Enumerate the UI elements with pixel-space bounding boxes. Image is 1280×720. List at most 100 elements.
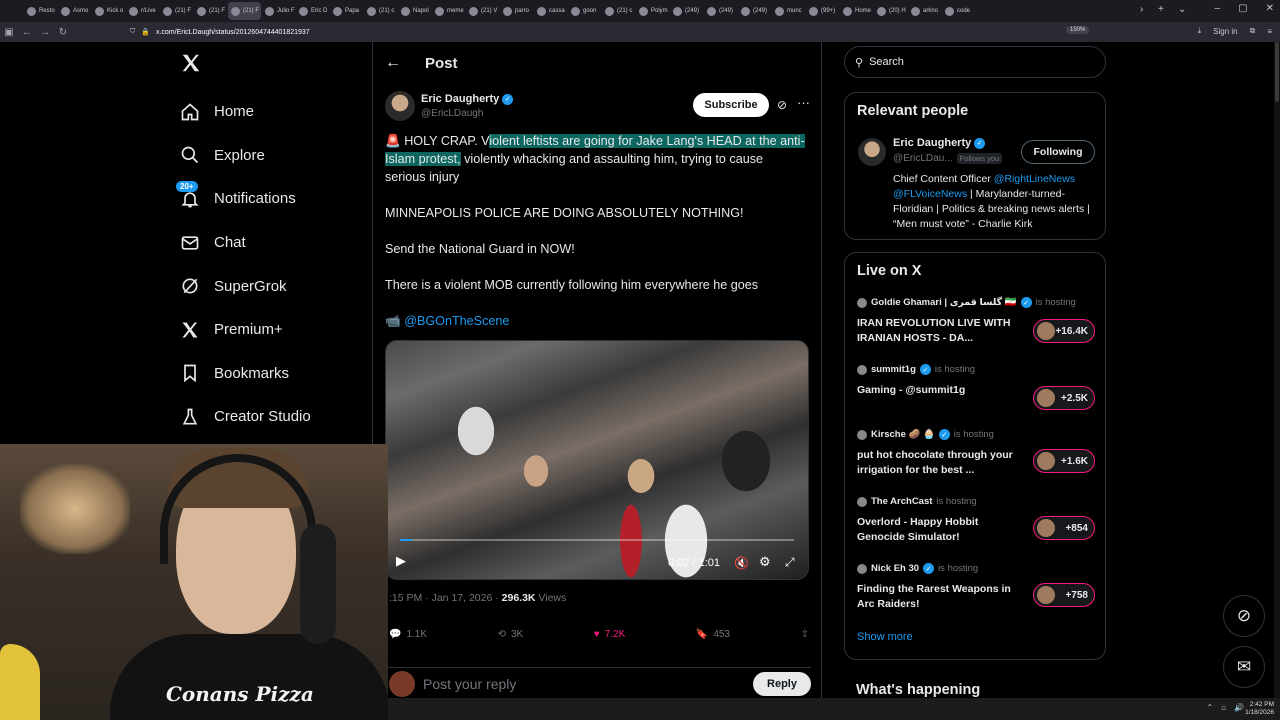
- mention-link[interactable]: @FLVoiceNews: [893, 188, 967, 200]
- browser-tab-active[interactable]: (21) F: [228, 2, 261, 20]
- browser-tab[interactable]: Napol: [398, 2, 431, 20]
- video-player[interactable]: ▶ 0:02 / 1:01 🔇 ⚙ ⤢: [385, 340, 809, 580]
- browser-tab[interactable]: (20) H: [874, 2, 907, 20]
- close-icon[interactable]: ✕: [1266, 3, 1274, 14]
- live-listeners-pill[interactable]: +1.6K: [1033, 449, 1095, 473]
- browser-tab[interactable]: (21) V: [466, 2, 499, 20]
- page-scrollbar[interactable]: [1274, 42, 1280, 698]
- gear-icon[interactable]: ⚙: [759, 554, 771, 570]
- browser-tab[interactable]: (249): [670, 2, 703, 20]
- sidebar-toggle-icon[interactable]: ▣: [0, 27, 18, 38]
- browser-tab[interactable]: r/Live: [126, 2, 159, 20]
- browser-tab[interactable]: Papa: [330, 2, 363, 20]
- browser-tab[interactable]: Julio F: [262, 2, 295, 20]
- browser-tab[interactable]: goon: [568, 2, 601, 20]
- browser-tab[interactable]: parro: [500, 2, 533, 20]
- grok-fab-icon[interactable]: ⊘: [1223, 595, 1265, 637]
- back-arrow-icon[interactable]: ←: [385, 54, 401, 72]
- menu-icon[interactable]: ≡: [1267, 27, 1272, 36]
- more-options-icon[interactable]: ···: [797, 95, 810, 110]
- live-listeners-pill[interactable]: +758: [1033, 583, 1095, 607]
- tray-chevron-icon[interactable]: ⌃: [1206, 703, 1213, 712]
- reload-icon[interactable]: ↻: [54, 27, 72, 38]
- zoom-level[interactable]: 150%: [1066, 26, 1090, 34]
- live-listeners-pill[interactable]: +2.5K: [1033, 386, 1095, 410]
- nav-bookmarks[interactable]: Bookmarks: [180, 352, 370, 396]
- nav-home[interactable]: Home: [180, 90, 370, 134]
- account-sign-in[interactable]: Sign in: [1213, 27, 1237, 36]
- share-action[interactable]: ⇪: [801, 629, 809, 640]
- following-button[interactable]: Following: [1021, 140, 1095, 164]
- grok-explain-icon[interactable]: ⊘: [777, 98, 787, 112]
- reply-input[interactable]: Post your reply: [423, 676, 516, 692]
- mention-link[interactable]: @RightLineNews: [994, 173, 1075, 185]
- new-tab-icon[interactable]: +: [1158, 4, 1164, 15]
- fullscreen-icon[interactable]: ⤢: [785, 555, 795, 570]
- browser-tab[interactable]: Resto: [24, 2, 57, 20]
- browser-tab[interactable]: (249): [738, 2, 771, 20]
- url-bar[interactable]: ⛉ 🔒 x.com/EricLDaugh/status/201260474440…: [130, 24, 1105, 40]
- browser-tab[interactable]: code: [942, 2, 975, 20]
- live-listeners-pill[interactable]: +16.4K: [1033, 319, 1095, 343]
- bookmark-action[interactable]: 🔖 453: [696, 629, 730, 640]
- show-more-link[interactable]: Show more: [857, 631, 913, 643]
- browser-tab[interactable]: cassa: [534, 2, 567, 20]
- reply-action[interactable]: 💬 1.1K: [389, 629, 427, 640]
- maximize-icon[interactable]: ▢: [1238, 3, 1247, 14]
- nav-supergrok[interactable]: SuperGrok: [180, 264, 370, 308]
- live-item[interactable]: summit1g ✓ is hosting Gaming - @summit1g +…: [857, 364, 1097, 410]
- lock-icon[interactable]: 🔒: [141, 28, 150, 36]
- browser-tab[interactable]: meme: [432, 2, 465, 20]
- avatar[interactable]: [385, 91, 415, 121]
- back-icon[interactable]: ←: [18, 27, 36, 38]
- live-item[interactable]: Kirsche 🥔 🧁 ✓ is hosting put hot chocolate…: [857, 429, 1097, 478]
- nav-chat[interactable]: Chat: [180, 221, 370, 265]
- browser-tab[interactable]: arkno: [908, 2, 941, 20]
- avatar[interactable]: [858, 138, 886, 166]
- browser-tab[interactable]: (249): [704, 2, 737, 20]
- author-name[interactable]: Eric Daugherty ✓: [421, 93, 514, 105]
- subscribe-button[interactable]: Subscribe: [693, 93, 769, 117]
- live-item[interactable]: The ArchCast is hosting Overlord - Happy …: [857, 496, 1097, 545]
- repost-action[interactable]: ⟲ 3K: [498, 629, 524, 640]
- live-item[interactable]: Nick Eh 30 ✓ is hosting Finding the Rarest…: [857, 563, 1097, 612]
- nav-explore[interactable]: Explore: [180, 134, 370, 178]
- like-action[interactable]: ♥ 7.2K: [594, 629, 626, 640]
- browser-tab[interactable]: (21) F: [160, 2, 193, 20]
- play-icon[interactable]: ▶: [396, 553, 406, 569]
- scrollbar-thumb[interactable]: [1275, 42, 1279, 102]
- browser-tab[interactable]: Polym: [636, 2, 669, 20]
- messages-fab-icon[interactable]: ✉: [1223, 646, 1265, 688]
- relevant-person-name[interactable]: Eric Daugherty ✓: [893, 137, 986, 149]
- volume-icon[interactable]: 🔊: [1234, 703, 1244, 712]
- network-icon[interactable]: ⌂: [1221, 703, 1226, 712]
- browser-tab[interactable]: munc: [772, 2, 805, 20]
- video-progress-bar[interactable]: [400, 539, 794, 541]
- nav-creator-studio[interactable]: Creator Studio: [180, 395, 370, 439]
- browser-tab[interactable]: (21) c: [602, 2, 635, 20]
- live-listeners-pill[interactable]: +854: [1033, 516, 1095, 540]
- browser-tab[interactable]: Kick o: [92, 2, 125, 20]
- reply-button[interactable]: Reply: [753, 672, 811, 696]
- forward-icon[interactable]: →: [36, 27, 54, 38]
- minimize-icon[interactable]: –: [1215, 3, 1221, 14]
- browser-tab[interactable]: Eric D: [296, 2, 329, 20]
- browser-tab[interactable]: Home: [840, 2, 873, 20]
- browser-tab[interactable]: (21) F: [194, 2, 227, 20]
- nav-notifications[interactable]: 20+ Notifications: [176, 177, 370, 221]
- nav-premium[interactable]: Premium+: [180, 308, 370, 352]
- live-item[interactable]: Goldie Ghamari | گلسا قمری 🇮🇷 ✓ is hosting…: [857, 297, 1097, 346]
- author-handle[interactable]: @EricLDaugh: [421, 108, 483, 119]
- tab-scroll-right-icon[interactable]: ›: [1140, 4, 1143, 15]
- browser-tab[interactable]: Asmo: [58, 2, 91, 20]
- tab-list-icon[interactable]: ⌄: [1178, 4, 1186, 15]
- search-input[interactable]: ⚲ Search: [844, 46, 1106, 78]
- browser-tab[interactable]: (99+): [806, 2, 839, 20]
- system-clock[interactable]: 2:42 PM 1/18/2026: [1245, 701, 1274, 717]
- mention-link[interactable]: @BGOnTheScene: [404, 314, 509, 328]
- mute-icon[interactable]: 🔇: [734, 556, 749, 570]
- extensions-icon[interactable]: ⧉: [1250, 26, 1256, 36]
- post-timestamp[interactable]: :15 PM · Jan 17, 2026 ·: [389, 592, 502, 604]
- shield-icon[interactable]: ⛉: [130, 28, 135, 36]
- x-logo-icon[interactable]: [180, 52, 202, 74]
